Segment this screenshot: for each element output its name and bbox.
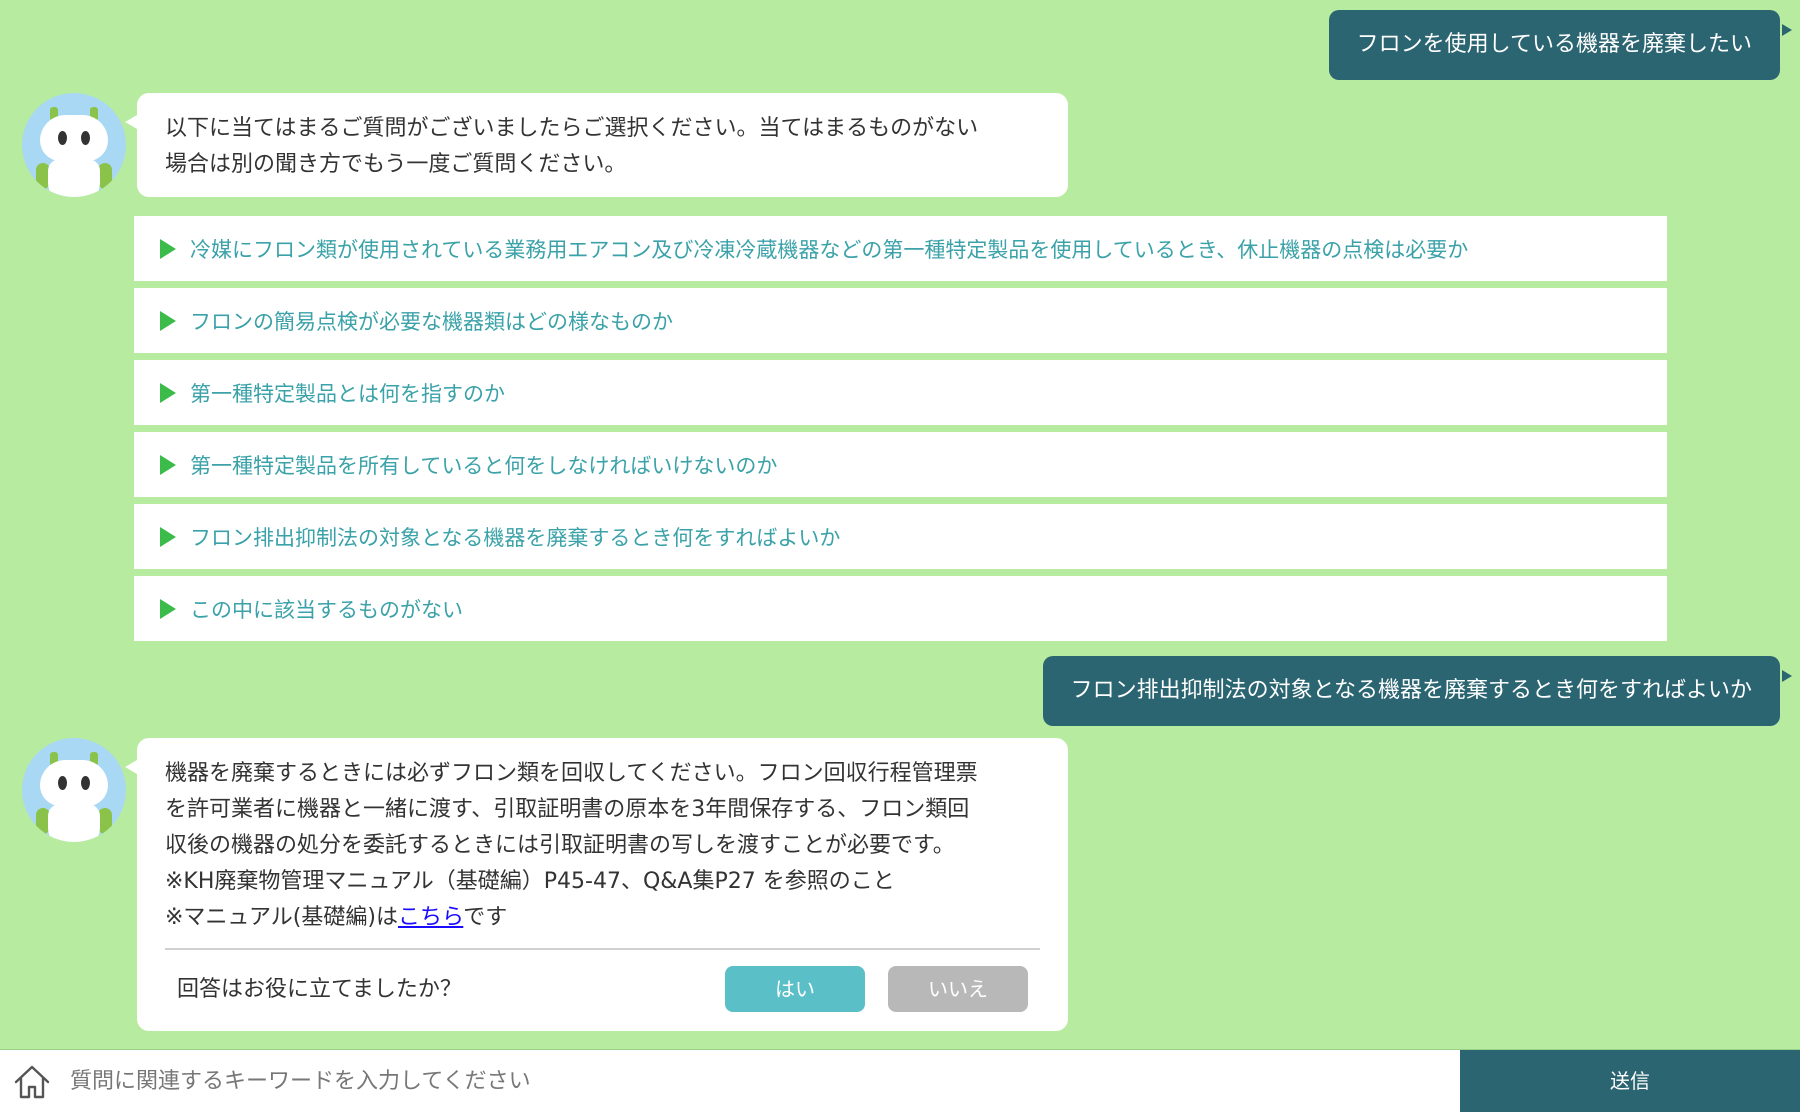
feedback-yes-button[interactable]: はい xyxy=(725,966,865,1012)
manual-note-suffix: です xyxy=(463,905,508,930)
user-message-text: フロンを使用している機器を廃棄したい xyxy=(1356,32,1752,57)
suggestion-option[interactable]: フロン排出抑制法の対象となる機器を廃棄するとき何をすればよいか xyxy=(134,504,1667,569)
bot-message-bubble: 以下に当てはまるご質問がございましたらご選択ください。当てはまるものがない 場合… xyxy=(125,93,1068,197)
suggestion-option-label: 冷媒にフロン類が使用されている業務用エアコン及び冷凍冷蔵機器などの第一種特定製品… xyxy=(190,237,1469,262)
user-message-bubble: フロン排出抑制法の対象となる機器を廃棄するとき何をすればよいか xyxy=(1042,656,1792,726)
suggestion-option-label: フロン排出抑制法の対象となる機器を廃棄するとき何をすればよいか xyxy=(190,525,841,550)
robot-eye-right xyxy=(81,131,90,145)
keyword-input[interactable] xyxy=(70,1050,1450,1112)
bubble-tail xyxy=(1782,670,1792,682)
bot-message-line: 収後の機器の処分を委託するときには引取証明書の写しを渡すことが必要です。 xyxy=(165,833,955,858)
robot-body xyxy=(48,804,100,842)
manual-note-prefix: ※マニュアル(基礎編)は xyxy=(165,905,398,930)
suggestion-option-label: フロンの簡易点検が必要な機器類はどの様なものか xyxy=(190,309,673,334)
robot-head xyxy=(40,115,108,161)
robot-head xyxy=(40,760,108,806)
user-message-bubble: フロンを使用している機器を廃棄したい xyxy=(1328,10,1792,80)
feedback-no-button[interactable]: いいえ xyxy=(888,966,1028,1012)
bubble-tail xyxy=(125,760,137,774)
triangle-right-icon xyxy=(160,382,176,403)
robot-arm-right xyxy=(98,163,112,189)
suggestion-option[interactable]: 第一種特定製品とは何を指すのか xyxy=(134,360,1667,425)
suggestion-option[interactable]: この中に該当するものがない xyxy=(134,576,1667,641)
suggestion-option-label: 第一種特定製品とは何を指すのか xyxy=(190,381,505,406)
suggestion-option-label: この中に該当するものがない xyxy=(190,597,463,622)
feedback-row: 回答はお役に立てましたか？ はい いいえ xyxy=(165,950,1040,1020)
bot-message-line: ※KH廃棄物管理マニュアル（基礎編）P45-47、Q&A集P27 を参照のこと xyxy=(165,869,895,894)
bot-answer-bubble: 機器を廃棄するときには必ずフロン類を回収してください。フロン回収行程管理票 を許… xyxy=(125,738,1068,1031)
suggestion-option[interactable]: フロンの簡易点検が必要な機器類はどの様なものか xyxy=(134,288,1667,353)
chat-page: フロンを使用している機器を廃棄したい 以下に当てはまるご質問がございましたらご選… xyxy=(0,0,1800,1112)
send-button[interactable]: 送信 xyxy=(1460,1050,1800,1112)
manual-link[interactable]: こちら xyxy=(398,905,463,930)
home-icon[interactable] xyxy=(12,1062,52,1102)
bot-message-line: を許可業者に機器と一緒に渡す、引取証明書の原本を3年間保存する、フロン類回 xyxy=(165,797,970,822)
user-message-text: フロン排出抑制法の対象となる機器を廃棄するとき何をすればよいか xyxy=(1070,678,1752,703)
bot-avatar xyxy=(22,738,126,842)
bot-message-line: 機器を廃棄するときには必ずフロン類を回収してください。フロン回収行程管理票 xyxy=(165,761,978,786)
bubble-tail xyxy=(1782,24,1792,36)
robot-eye-right xyxy=(81,776,90,790)
robot-arm-right xyxy=(98,808,112,834)
triangle-right-icon xyxy=(160,310,176,331)
feedback-question: 回答はお役に立てましたか？ xyxy=(177,977,462,1002)
triangle-right-icon xyxy=(160,238,176,259)
bot-message-line: 場合は別の聞き方でもう一度ご質問ください。 xyxy=(165,152,627,177)
bot-avatar xyxy=(22,93,126,197)
chat-input-bar: 送信 xyxy=(0,1049,1800,1112)
triangle-right-icon xyxy=(160,454,176,475)
suggestion-option-label: 第一種特定製品を所有していると何をしなければいけないのか xyxy=(190,453,778,478)
robot-eye-left xyxy=(58,776,67,790)
triangle-right-icon xyxy=(160,526,176,547)
bot-message-line-with-link: ※マニュアル(基礎編)はこちらです xyxy=(165,900,1040,936)
bot-message-line: 以下に当てはまるご質問がございましたらご選択ください。当てはまるものがない xyxy=(165,116,979,141)
suggestion-option[interactable]: 第一種特定製品を所有していると何をしなければいけないのか xyxy=(134,432,1667,497)
bubble-tail xyxy=(125,115,137,129)
robot-body xyxy=(48,159,100,197)
suggestion-option[interactable]: 冷媒にフロン類が使用されている業務用エアコン及び冷凍冷蔵機器などの第一種特定製品… xyxy=(134,216,1667,281)
suggestion-list: 冷媒にフロン類が使用されている業務用エアコン及び冷凍冷蔵機器などの第一種特定製品… xyxy=(134,216,1667,648)
robot-eye-left xyxy=(58,131,67,145)
triangle-right-icon xyxy=(160,598,176,619)
